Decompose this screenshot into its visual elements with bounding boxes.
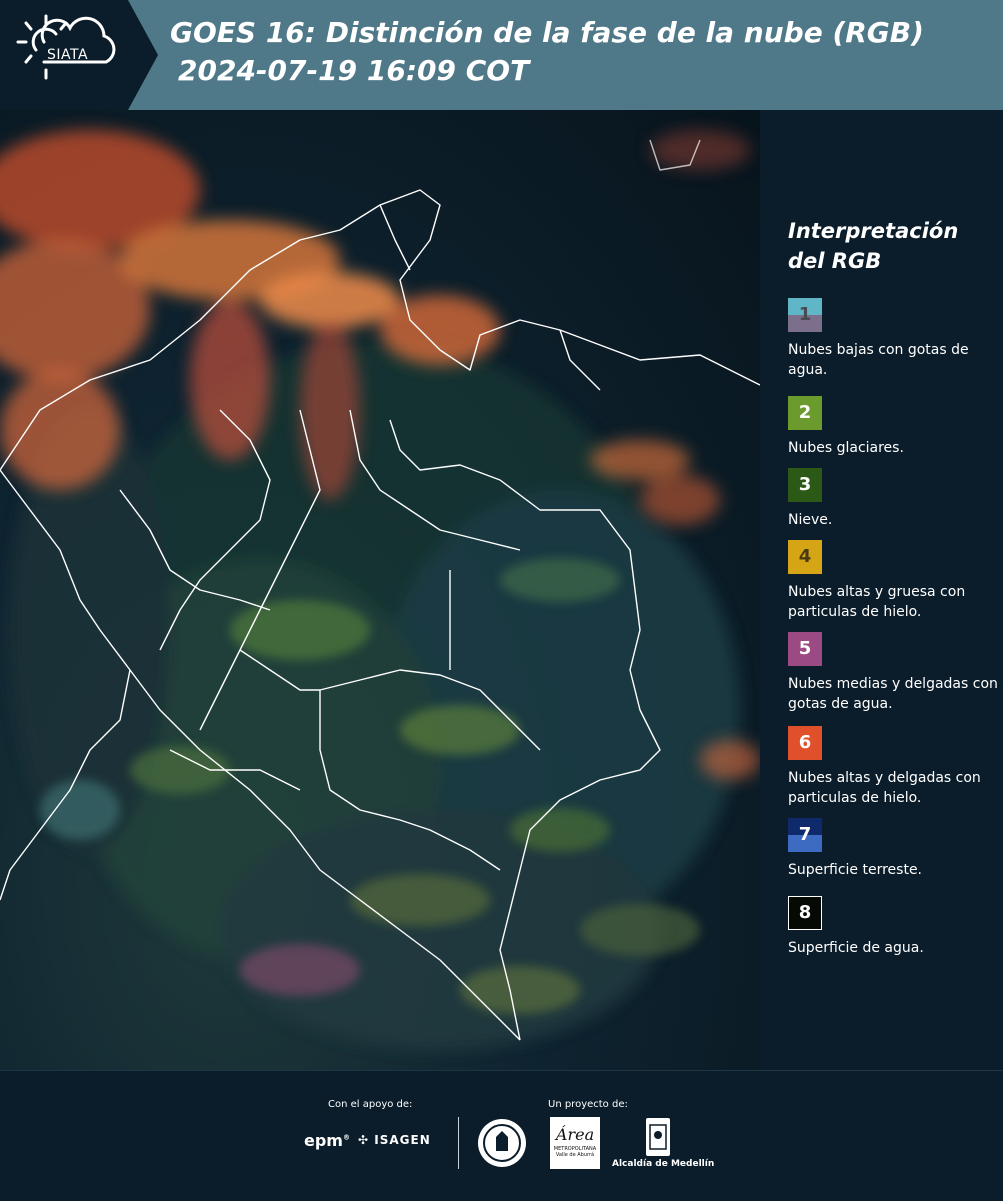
isagen-text: ISAGEN	[374, 1133, 431, 1147]
title-line-2: 2024-07-19 16:09 COT	[178, 54, 530, 87]
legend-swatch-2: 2	[788, 396, 822, 430]
legend-swatch-4: 4	[788, 540, 822, 574]
legend-swatch-5: 5	[788, 632, 822, 666]
legend-swatch-7: 7	[788, 818, 822, 852]
seal-logo-icon	[478, 1119, 526, 1167]
epm-text: epm	[304, 1131, 343, 1150]
page-title: GOES 16: Distinción de la fase de la nub…	[170, 14, 924, 90]
legend-swatch-6: 6	[788, 726, 822, 760]
support-label: Con el apoyo de:	[328, 1099, 413, 1110]
epm-logo: epm®	[304, 1131, 350, 1150]
area-metropolitana-logo: Área METROPOLITANA Valle de Aburrá	[550, 1117, 600, 1169]
legend-title: Interpretación del RGB	[788, 219, 959, 273]
satellite-map	[0, 110, 760, 1070]
legend-panel: Interpretación del RGB 1 Nubes bajas con…	[760, 110, 1003, 1070]
legend-label-7: Superficie terreste.	[788, 862, 923, 878]
legend-label-3: Nieve.	[788, 512, 833, 528]
legend-swatch-1: 1	[788, 298, 822, 332]
header-bar: SIATA GOES 16: Distinción de la fase de …	[0, 0, 1003, 110]
medellin-shield-icon	[646, 1118, 670, 1156]
legend-label-1: Nubes bajas con gotas de agua.	[788, 342, 969, 378]
legend-item-2: 2 Nubes glaciares.	[788, 396, 998, 458]
legend-label-6: Nubes altas y delgadas con particulas de…	[788, 770, 981, 806]
isagen-icon: ✣	[358, 1133, 370, 1147]
project-label: Un proyecto de:	[548, 1099, 628, 1110]
isagen-logo: ✣ ISAGEN	[358, 1133, 431, 1147]
area-logo-text: Área	[555, 1125, 595, 1144]
legend-num-2: 2	[798, 402, 812, 423]
siata-logo: SIATA	[0, 0, 128, 110]
legend-num-3: 3	[798, 474, 812, 495]
area-logo-sub2: Valle de Aburrá	[555, 1152, 595, 1158]
logo-label: SIATA	[47, 47, 89, 63]
legend-item-7: 7 Superficie terreste.	[788, 818, 998, 880]
title-line-1: GOES 16: Distinción de la fase de la nub…	[170, 16, 924, 49]
legend-item-1: 1 Nubes bajas con gotas de agua.	[788, 298, 998, 380]
footer-separator	[458, 1117, 459, 1169]
legend-item-3: 3 Nieve.	[788, 468, 998, 530]
legend-num-7: 7	[798, 824, 812, 845]
legend-item-8: 8 Superficie de agua.	[788, 896, 998, 958]
alcaldia-label: Alcaldía de Medellín	[612, 1159, 715, 1169]
legend-label-4: Nubes altas y gruesa con particulas de h…	[788, 584, 966, 620]
legend-num-1: 1	[798, 304, 812, 325]
legend-swatch-8: 8	[788, 896, 822, 930]
legend-label-2: Nubes glaciares.	[788, 440, 904, 456]
satellite-imagery	[0, 130, 760, 1050]
legend-item-6: 6 Nubes altas y delgadas con particulas …	[788, 726, 998, 808]
legend-num-4: 4	[798, 546, 812, 567]
legend-item-4: 4 Nubes altas y gruesa con particulas de…	[788, 540, 998, 622]
legend-num-6: 6	[798, 732, 812, 753]
legend-item-5: 5 Nubes medias y delgadas con gotas de a…	[788, 632, 998, 714]
legend-num-8: 8	[798, 902, 812, 923]
footer: Con el apoyo de: Un proyecto de: epm® ✣ …	[0, 1070, 1003, 1201]
legend-num-5: 5	[798, 638, 812, 659]
legend-label-5: Nubes medias y delgadas con gotas de agu…	[788, 676, 998, 712]
legend-swatch-3: 3	[788, 468, 822, 502]
legend-label-8: Superficie de agua.	[788, 940, 924, 956]
logo-arrow	[128, 0, 158, 110]
